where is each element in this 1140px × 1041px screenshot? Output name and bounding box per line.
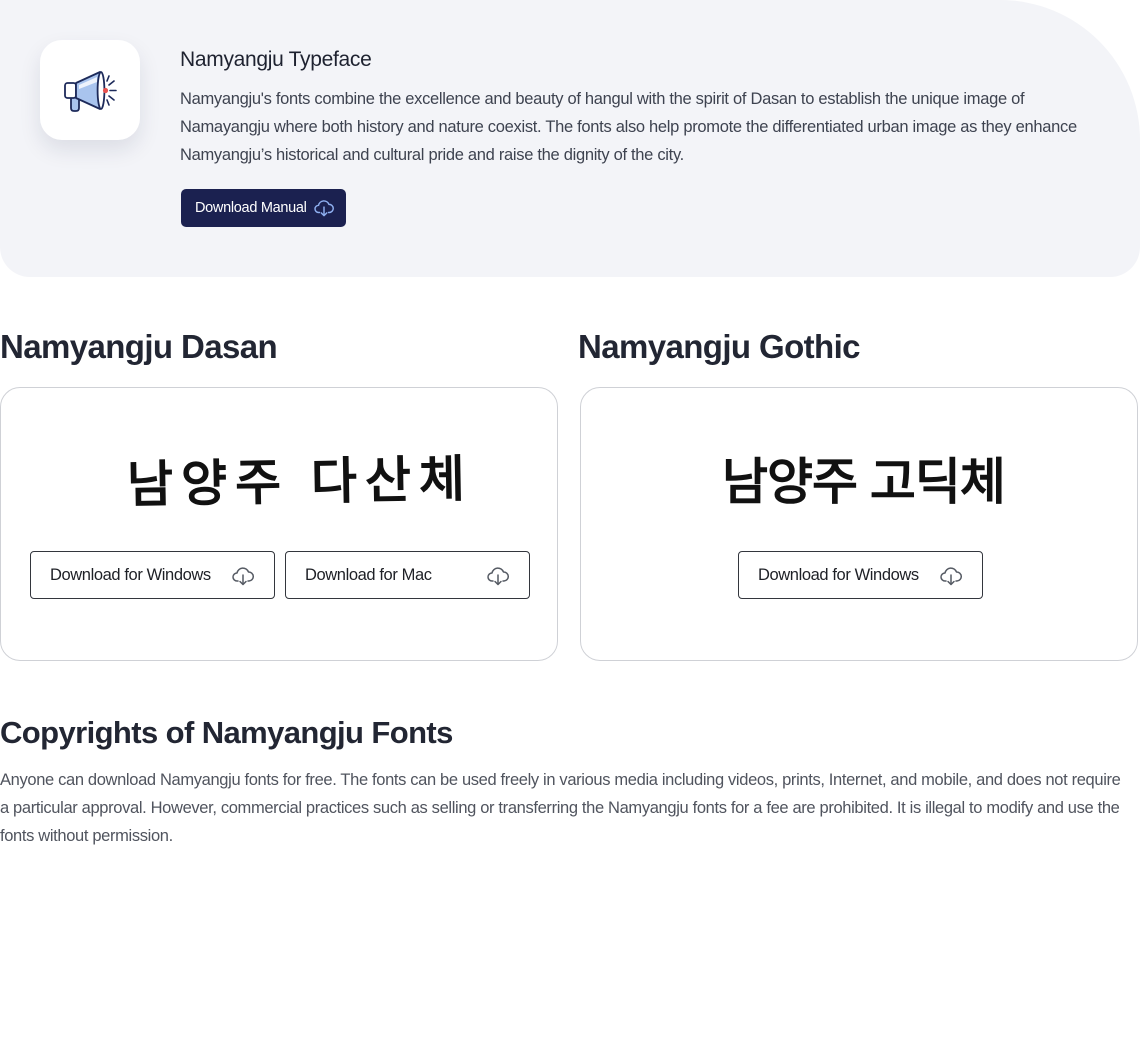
- megaphone-icon: [64, 71, 117, 112]
- copyright-text: Anyone can download Namyangju fonts for …: [0, 771, 1121, 845]
- font-preview-dasan: 남양주 다산체: [126, 450, 474, 514]
- download-manual-label: Download Manual: [195, 200, 307, 216]
- gothic-download-windows-label: Download for Windows: [758, 565, 919, 584]
- cloud-download-icon: [232, 567, 254, 586]
- typeface-description: Namyangju's fonts combine the excellence…: [180, 90, 1077, 164]
- dasan-download-windows-button[interactable]: Download for Windows: [30, 551, 275, 599]
- gothic-download-windows-button[interactable]: Download for Windows: [738, 551, 983, 599]
- typeface-intro-panel: Namyangju Typeface Namyangju's fonts com…: [0, 0, 1140, 277]
- cloud-download-icon: [314, 200, 334, 217]
- font-card-gothic: [580, 387, 1138, 661]
- font-preview-gothic: 남양주 고딕체: [722, 454, 1006, 510]
- typeface-title: Namyangju Typeface: [180, 48, 372, 71]
- cloud-download-icon: [940, 567, 962, 586]
- font-title-dasan: Namyangju Dasan: [0, 328, 278, 365]
- font-card-dasan: [0, 387, 558, 661]
- font-title-gothic: Namyangju Gothic: [578, 328, 861, 365]
- cloud-download-icon: [487, 567, 509, 586]
- copyright-title: Copyrights of Namyangju Fonts: [0, 715, 453, 750]
- dasan-download-windows-label: Download for Windows: [50, 565, 211, 584]
- megaphone-icon-tile: [40, 40, 140, 140]
- dasan-download-mac-button[interactable]: Download for Mac: [285, 551, 530, 599]
- dasan-download-mac-label: Download for Mac: [305, 565, 432, 584]
- download-manual-button[interactable]: Download Manual: [181, 189, 346, 227]
